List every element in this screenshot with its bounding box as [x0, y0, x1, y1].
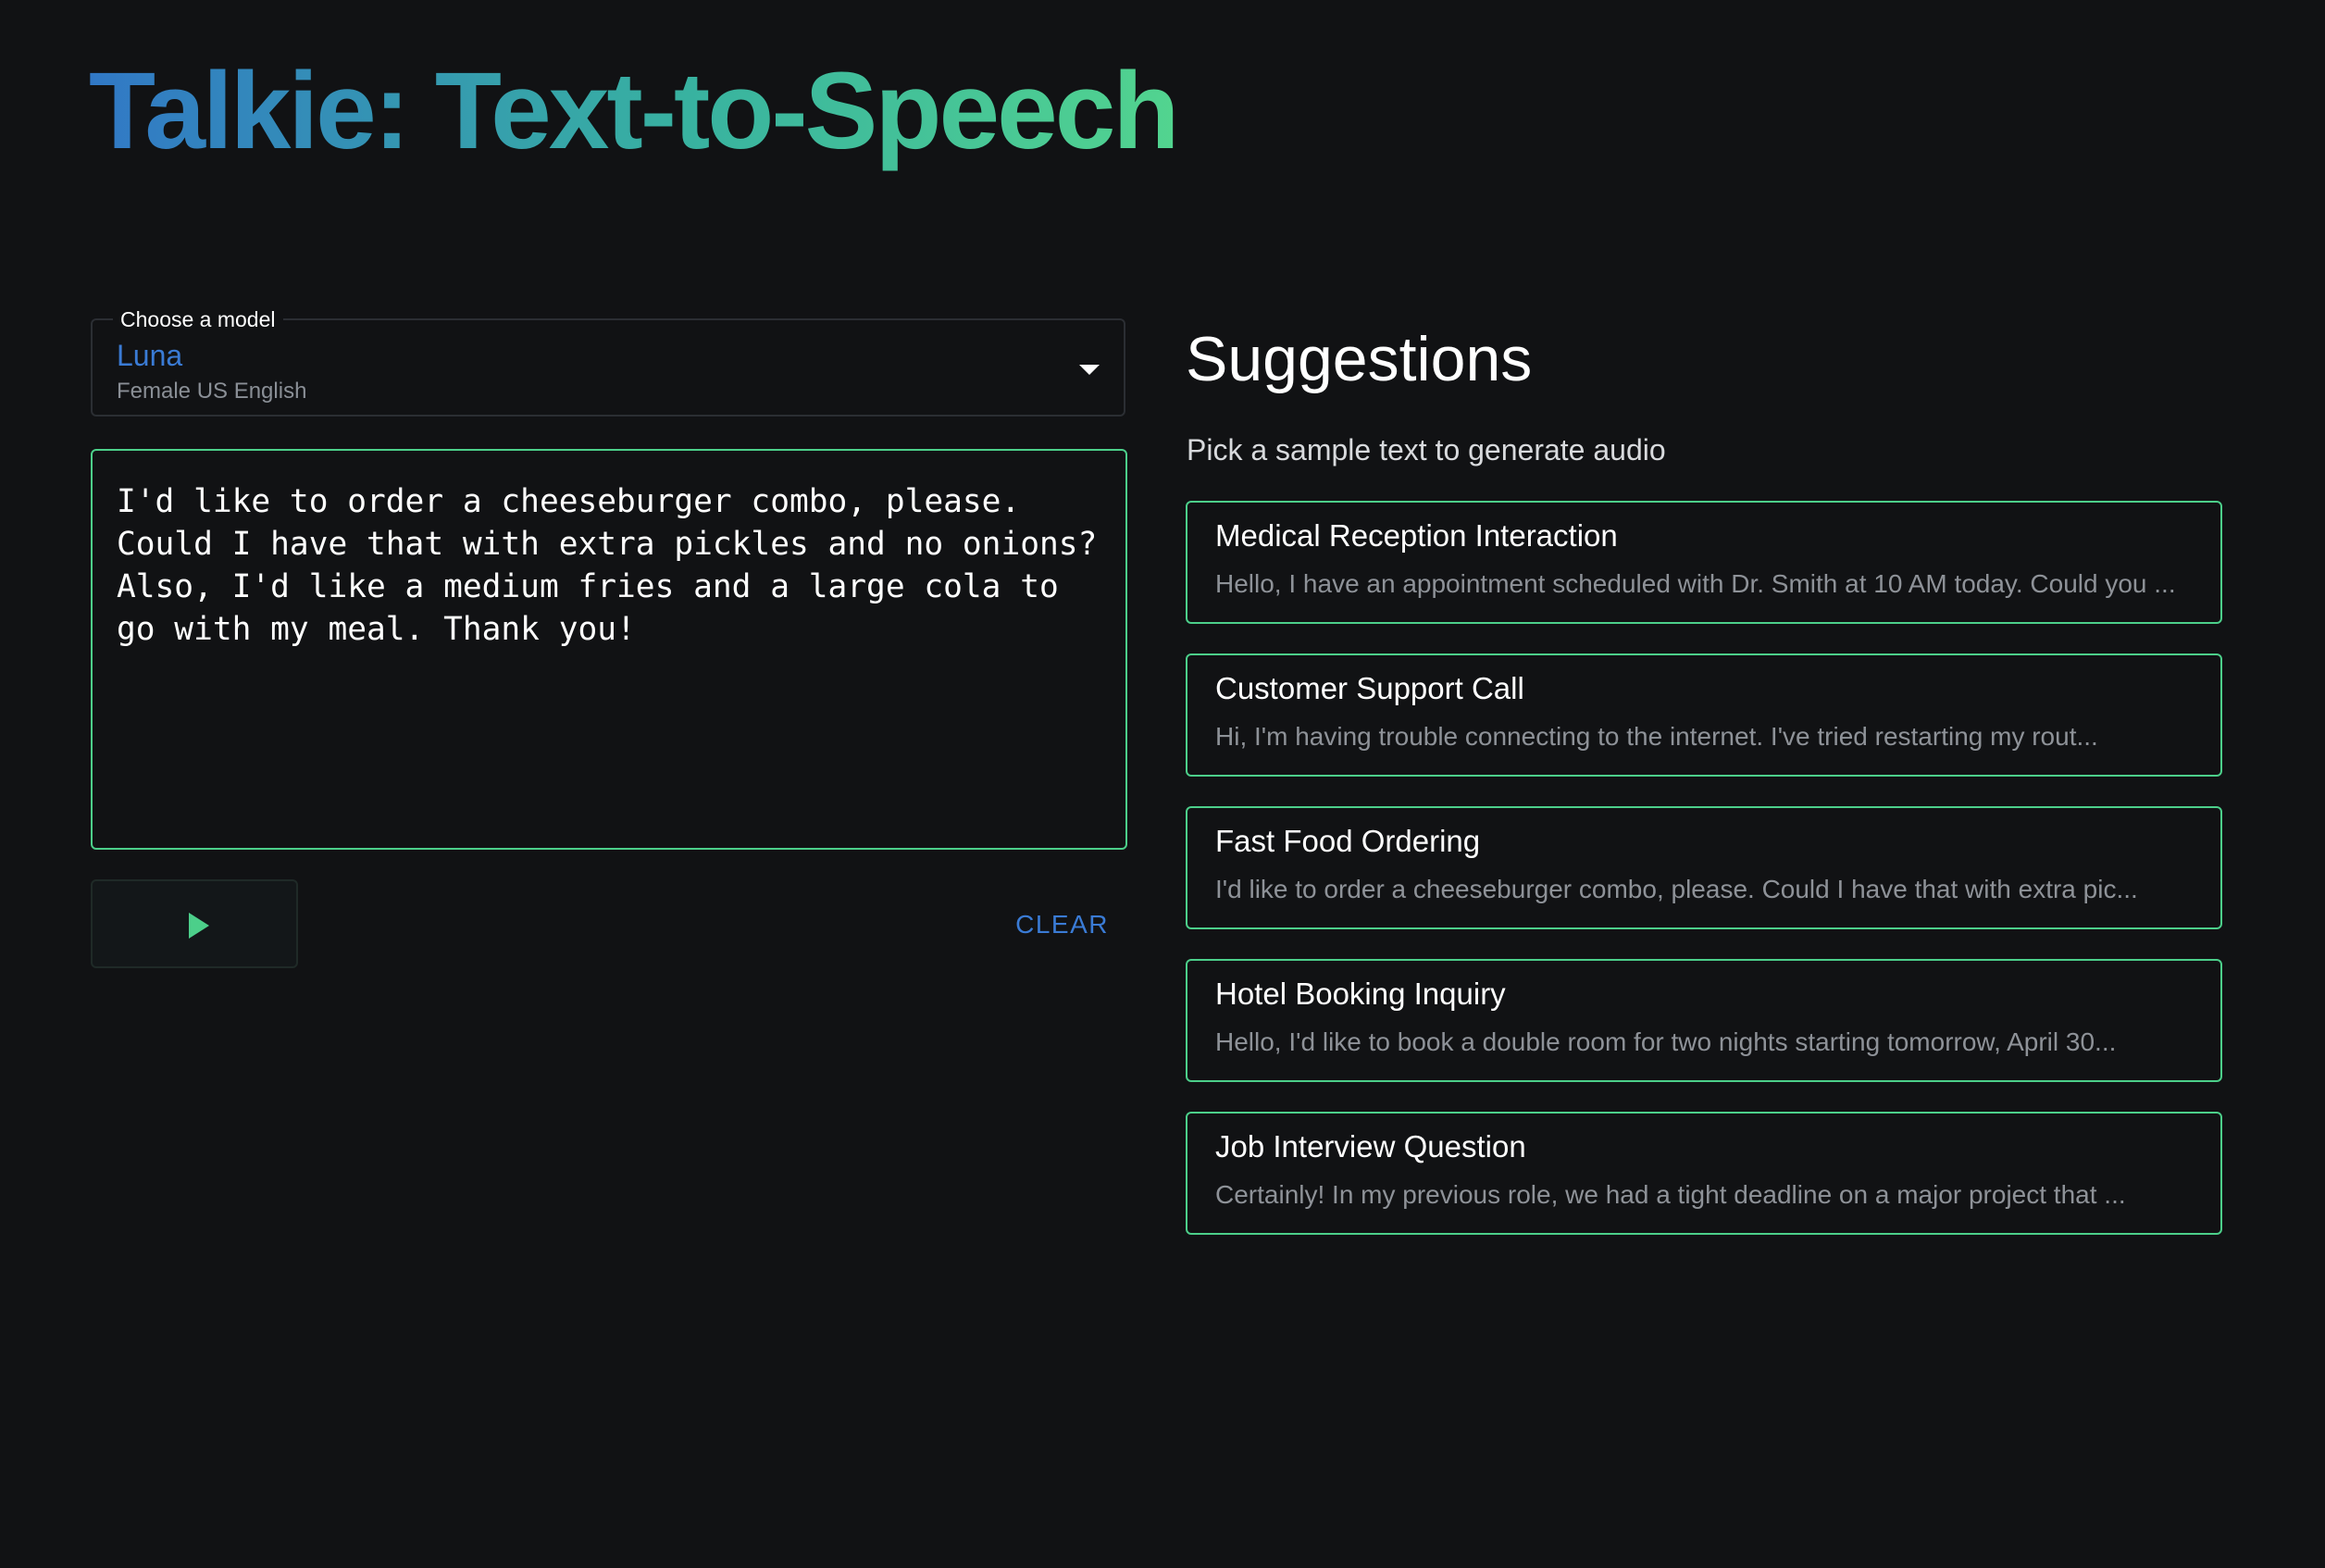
suggestion-card-fast-food[interactable]: Fast Food Ordering I'd like to order a c… [1186, 806, 2222, 929]
suggestion-card-hotel-booking[interactable]: Hotel Booking Inquiry Hello, I'd like to… [1186, 959, 2222, 1082]
model-select-label: Choose a model [113, 304, 283, 335]
model-select-description: Female US English [117, 379, 307, 404]
clear-button[interactable]: CLEAR [1000, 903, 1120, 946]
suggestion-card-preview: Certainly! In my previous role, we had a… [1215, 1180, 2126, 1209]
model-select-value: Luna [117, 339, 183, 372]
text-to-speech-input[interactable]: I'd like to order a cheeseburger combo, … [91, 449, 1127, 850]
suggestion-card-preview: I'd like to order a cheeseburger combo, … [1215, 875, 2138, 903]
suggestion-card-title: Medical Reception Interaction [1215, 518, 1618, 553]
play-icon [189, 913, 209, 939]
suggestion-card-customer-support[interactable]: Customer Support Call Hi, I'm having tro… [1186, 653, 2222, 777]
suggestions-title: Suggestions [1186, 324, 1533, 394]
suggestion-card-preview: Hi, I'm having trouble connecting to the… [1215, 722, 2098, 751]
suggestion-card-title: Customer Support Call [1215, 671, 1524, 705]
suggestion-card-preview: Hello, I'd like to book a double room fo… [1215, 1027, 2117, 1056]
suggestions-subtitle: Pick a sample text to generate audio [1187, 433, 1666, 467]
play-button[interactable] [91, 879, 298, 968]
suggestion-card-job-interview[interactable]: Job Interview Question Certainly! In my … [1186, 1112, 2222, 1235]
model-select[interactable]: Choose a model Luna Female US English [91, 304, 1125, 417]
suggestion-card-medical-reception[interactable]: Medical Reception Interaction Hello, I h… [1186, 501, 2222, 624]
suggestion-card-title: Job Interview Question [1215, 1129, 1526, 1164]
suggestion-card-preview: Hello, I have an appointment scheduled w… [1215, 569, 2176, 598]
page-title: Talkie: Text-to-Speech [89, 46, 1179, 176]
suggestion-card-title: Fast Food Ordering [1215, 824, 1481, 858]
suggestion-card-title: Hotel Booking Inquiry [1215, 977, 1506, 1011]
dropdown-arrow-icon[interactable] [1079, 365, 1100, 375]
